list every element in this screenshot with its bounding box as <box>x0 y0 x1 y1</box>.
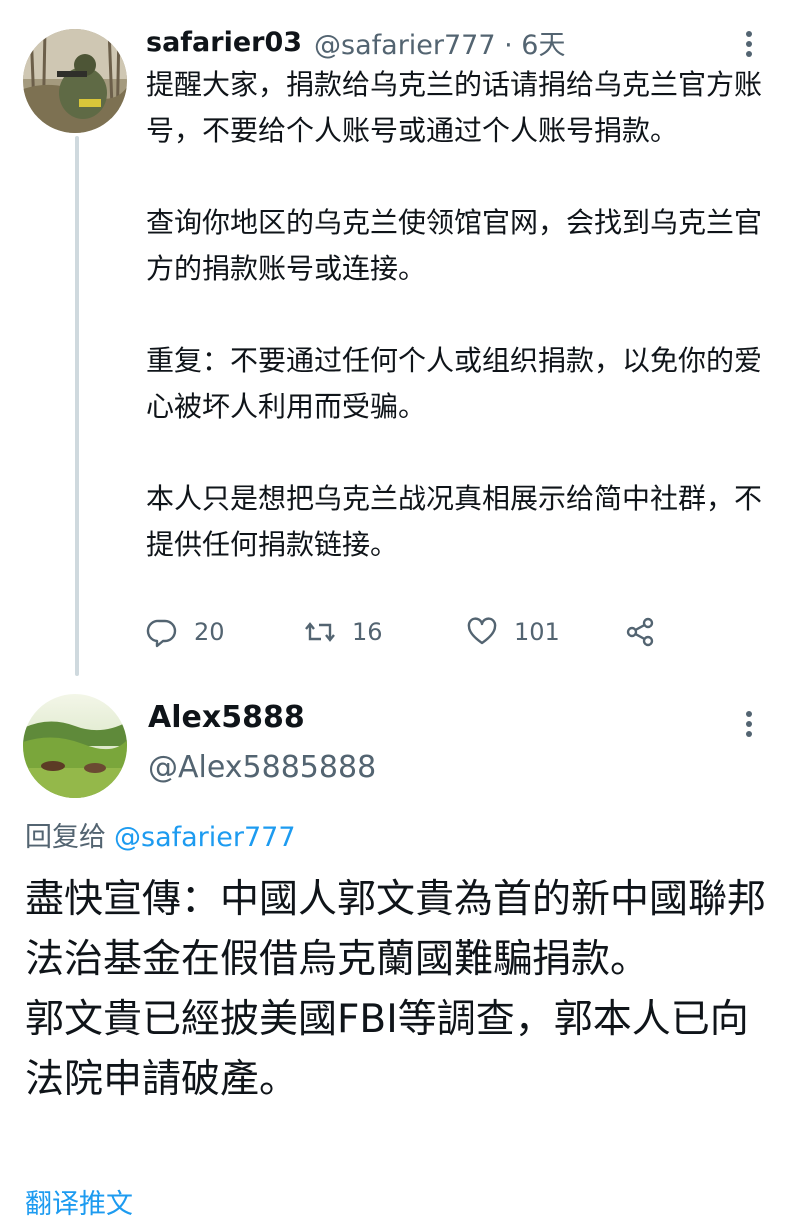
reply-button[interactable]: 20 <box>146 612 225 652</box>
reply-text: 盡快宣傳：中國人郭文貴為首的新中國聯邦法治基金在假借烏克蘭國難騙捐款。 郭文貴已… <box>25 870 770 1110</box>
share-icon <box>626 617 654 647</box>
translate-tweet-link[interactable]: 翻译推文 <box>25 1182 133 1221</box>
tweet-paragraph: 查询你地区的乌克兰使领馆官网，会找到乌克兰官方的捐款账号或连接。 <box>146 206 763 285</box>
retweet-icon <box>305 622 335 642</box>
like-button[interactable]: 101 <box>466 612 560 652</box>
heart-icon <box>467 617 497 645</box>
reply-icon <box>146 619 177 648</box>
avatar-alex5888[interactable] <box>23 694 127 798</box>
replying-to-line: 回复给 @safarier777 <box>25 815 296 854</box>
tweet-paragraph: 提醒大家，捐款给乌克兰的话请捐给乌克兰官方账号，不要给个人账号或通过个人账号捐款… <box>146 68 763 147</box>
retweet-button[interactable]: 16 <box>304 612 383 652</box>
tweet-paragraph: 重复：不要通过任何个人或组织捐款，以免你的爱心被坏人利用而受骗。 <box>146 344 763 423</box>
reply-paragraph: 郭文貴已經披美國FBI等調查，郭本人已向法院申請破產。 <box>25 997 749 1102</box>
reply-author-handle[interactable]: @Alex5885888 <box>148 750 376 785</box>
avatar-safarier03[interactable] <box>23 29 127 133</box>
more-vertical-icon[interactable] <box>737 26 761 62</box>
like-count: 101 <box>514 618 560 646</box>
author-handle-and-time[interactable]: @safarier777 · 6天 <box>314 23 565 62</box>
thread-connector-line <box>75 136 79 676</box>
reply-count: 20 <box>194 618 225 646</box>
tweet-text: 提醒大家，捐款给乌克兰的话请捐给乌克兰官方账号，不要给个人账号或通过个人账号捐款… <box>146 62 766 568</box>
replying-to-mention[interactable]: @safarier777 <box>114 822 296 853</box>
reply-author-display-name[interactable]: Alex5888 <box>148 700 305 735</box>
share-button[interactable] <box>624 612 672 652</box>
replying-to-label: 回复给 <box>25 822 106 853</box>
retweet-count: 16 <box>352 618 383 646</box>
reply-paragraph: 盡快宣傳：中國人郭文貴為首的新中國聯邦法治基金在假借烏克蘭國難騙捐款。 <box>25 877 767 982</box>
author-display-name[interactable]: safarier03 <box>146 27 302 58</box>
more-vertical-icon[interactable] <box>737 706 761 742</box>
tweet-paragraph: 本人只是想把乌克兰战况真相展示给简中社群，不提供任何捐款链接。 <box>146 482 763 561</box>
tweet-action-bar: 20 16 101 <box>146 612 766 652</box>
